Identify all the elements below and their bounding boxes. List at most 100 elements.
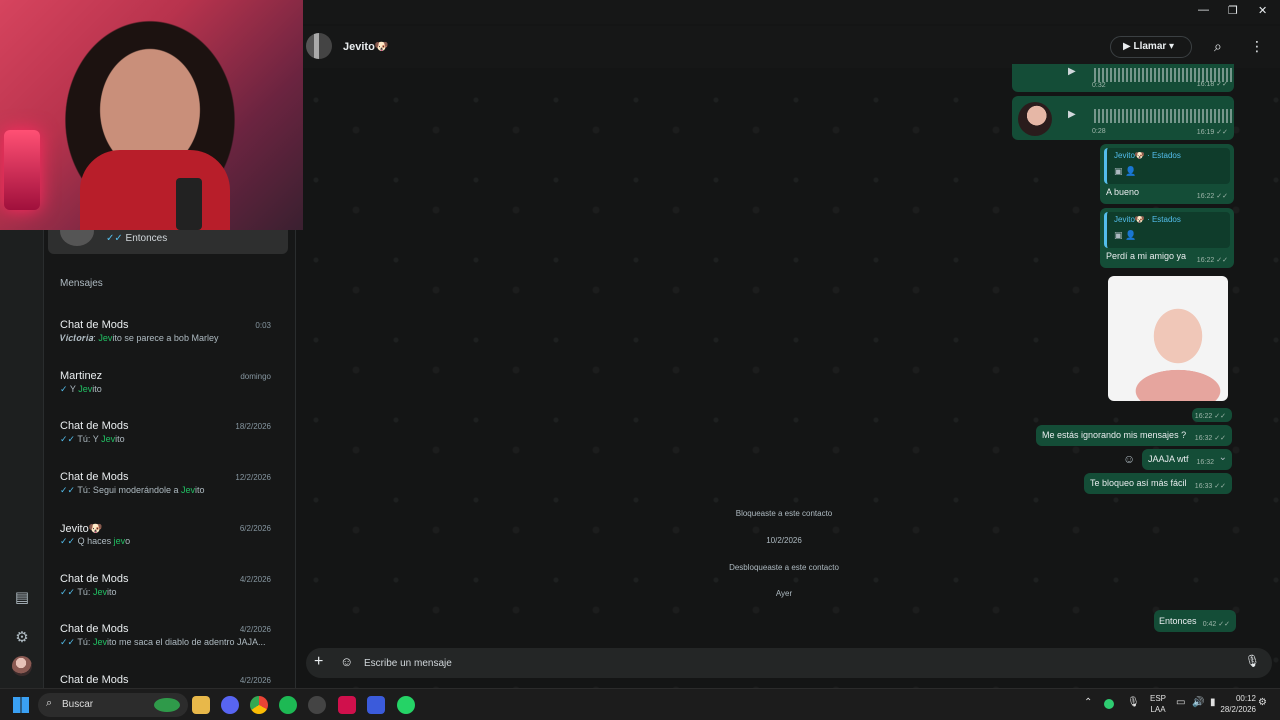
sticker-emoji-icon[interactable]: ☺	[340, 654, 353, 669]
chat-preview: ✓✓ Tú: Jevito me saca el diablo de adent…	[60, 637, 280, 648]
battery-icon[interactable]: ▮	[1210, 697, 1216, 708]
chat-time: 18/2/2026	[235, 422, 271, 432]
chevron-down-icon[interactable]: ⌄	[1219, 452, 1227, 463]
settings-gear-icon[interactable]: ⚙	[12, 628, 32, 648]
call-button[interactable]: ▶ Llamar ▾	[1110, 36, 1192, 58]
preview-prefix: ✓✓ Q haces	[60, 535, 114, 546]
discord-icon[interactable]	[221, 696, 239, 714]
sender-avatar	[1018, 102, 1052, 136]
file-explorer-icon[interactable]	[192, 696, 210, 714]
message-time: 16:22 ✓✓	[1196, 193, 1228, 200]
app-icon[interactable]	[367, 696, 385, 714]
clock-time: 00:12	[1235, 694, 1256, 703]
message-time: 16:33 ✓✓	[1194, 483, 1226, 490]
spotify-icon[interactable]	[279, 696, 297, 714]
sticker-time-badge: 16:22 ✓✓	[1192, 408, 1232, 422]
chat-list-item[interactable]: Chat de Mods 4/2/2026 ✓✓ Tú: Jevito me sac…	[44, 623, 295, 673]
kebab-menu-icon[interactable]: ⋮	[1250, 38, 1264, 55]
whatsapp-icon[interactable]	[397, 696, 415, 714]
emoji-reaction-icon[interactable]: ☺	[1123, 452, 1135, 466]
chat-list-item[interactable]: Jevito🐶 6/2/2026 ✓✓ Q haces jevo	[44, 522, 295, 572]
preview-prefix: 𝑽𝒊𝒄𝒕𝒐𝒓𝒊𝒂:	[60, 333, 99, 343]
person-shirt	[80, 150, 230, 230]
date-separator: 10/2/2026	[766, 536, 802, 545]
quote-author: Jevito🐶 · Estados	[1114, 151, 1181, 160]
chat-list-item[interactable]: Chat de Mods 0:03 𝑽𝒊𝒄𝒕𝒐𝒓𝒊𝒂: Jevito se pare…	[44, 319, 295, 369]
whatsapp-window: ▤ ⚙ ✓✓ Entonces Mensajes Chat de Mods 0:0…	[0, 0, 1280, 688]
voice-message[interactable]: ▶ 0:32 16:18 ✓✓	[1012, 64, 1234, 92]
close-button[interactable]: ✕	[1258, 4, 1267, 17]
taskbar-search[interactable]: ⌕ Buscar	[38, 693, 188, 717]
chat-name: Chat de Mods	[60, 319, 129, 331]
chat-list-item[interactable]: Chat de Mods 12/2/2026 ✓✓ Tú: Segui moderá…	[44, 471, 295, 521]
status-icon[interactable]: ▤	[12, 588, 32, 608]
message-text: Entonces	[1159, 616, 1197, 626]
preview-highlight: Jev	[92, 586, 107, 597]
attach-plus-icon[interactable]: +	[314, 653, 323, 671]
chat-time: 4/2/2026	[239, 574, 271, 584]
message-time: 0:42 ✓✓	[1202, 621, 1230, 628]
notification-icon[interactable]: ⚙	[1258, 697, 1267, 708]
chat-list-item[interactable]: Martinez domingo ✓ Y Jevito	[44, 369, 295, 420]
outgoing-message[interactable]: Me estás ignorando mis mensajes ? 16:32 …	[1036, 425, 1232, 446]
clock-date: 28/2/2026	[1220, 705, 1256, 714]
voice-message[interactable]: ▶ 0:28 16:19 ✓✓	[1012, 96, 1234, 140]
language-indicator[interactable]: ESP LAA	[1150, 693, 1166, 715]
chat-preview: ✓ Y Jevito	[60, 384, 280, 395]
taskbar-clock[interactable]: 00:12 28/2/2026	[1220, 693, 1256, 715]
tray-mic-icon[interactable]: 🎙	[1127, 697, 1140, 708]
date-separator: Ayer	[775, 589, 793, 598]
play-icon[interactable]: ▶	[1068, 66, 1076, 77]
message-text: Perdí a mi amigo ya	[1106, 251, 1187, 261]
preview-highlight: Jev	[92, 637, 107, 648]
message-text: Te bloqueo así más fácil	[1090, 478, 1187, 488]
restore-button[interactable]: ❐	[1228, 4, 1238, 17]
outgoing-message[interactable]: Te bloqueo así más fácil 16:33 ✓✓	[1084, 473, 1232, 494]
preview-rest: ito	[92, 383, 102, 394]
chat-list-item[interactable]: Chat de Mods 4/2/2026 ✓✓ Tú: Jevito	[44, 573, 295, 623]
play-icon[interactable]: ▶	[1068, 109, 1076, 120]
outgoing-message[interactable]: JAAJA wtf 16:32 ⌄	[1142, 449, 1232, 470]
chat-name: Martinez	[60, 369, 103, 382]
contact-avatar[interactable]	[306, 33, 332, 59]
webcam-overlay	[0, 0, 303, 230]
chat-list-item[interactable]: Chat de Mods 18/2/2026 ✓✓ Tú: Y Jevito	[44, 420, 295, 470]
preview-highlight: jev	[113, 535, 126, 546]
preview-rest: ito	[115, 434, 125, 445]
chat-time: 4/2/2026	[239, 675, 271, 685]
reply-message[interactable]: Jevito🐶 · Estados ▣ 👤 Perdí a mi amigo y…	[1100, 208, 1234, 268]
studio-microphone	[176, 178, 202, 230]
contact-name[interactable]: Jevito🐶	[343, 40, 389, 53]
chrome-icon[interactable]	[250, 696, 268, 714]
volume-icon[interactable]: 🔊	[1192, 697, 1204, 708]
quoted-status[interactable]: Jevito🐶 · Estados ▣ 👤	[1104, 148, 1230, 184]
quote-media-icons: ▣ 👤	[1114, 230, 1137, 240]
windows-start-icon[interactable]	[13, 697, 29, 713]
microphone-icon[interactable]: 🎙	[1245, 654, 1260, 668]
quoted-status[interactable]: Jevito🐶 · Estados ▣ 👤	[1104, 212, 1230, 248]
chat-preview: ✓✓ Tú: Y Jevito	[60, 434, 280, 445]
chat-list-item[interactable]: Chat de Mods 4/2/2026	[44, 674, 295, 688]
obs-icon[interactable]	[308, 696, 326, 714]
message-time: 16:32 ✓✓	[1194, 435, 1226, 442]
profile-avatar[interactable]	[12, 656, 32, 676]
message-time: 16:22 ✓✓	[1194, 413, 1226, 420]
chat-name: Chat de Mods	[60, 471, 129, 484]
network-icon[interactable]: ▭	[1176, 697, 1185, 708]
reply-message[interactable]: Jevito🐶 · Estados ▣ 👤 A bueno 16:22 ✓✓	[1100, 144, 1234, 204]
video-icon: ▶	[1123, 41, 1131, 52]
message-input[interactable]	[364, 654, 1224, 672]
tray-status-icon[interactable]	[1104, 699, 1114, 709]
search-icon[interactable]: ⌕	[1214, 38, 1222, 55]
chat-name: Chat de Mods	[60, 420, 129, 433]
preview-highlight: Jev	[78, 383, 93, 394]
sticker-image[interactable]	[1108, 276, 1228, 401]
led-lamp	[4, 130, 40, 210]
tiktok-icon[interactable]	[338, 696, 356, 714]
search-label: Buscar	[62, 699, 94, 710]
preview-rest: ito se parece a bob Marley	[112, 333, 219, 343]
minimize-button[interactable]: —	[1198, 4, 1209, 16]
search-icon: ⌕	[46, 697, 53, 709]
outgoing-message[interactable]: Entonces 0:42 ✓✓	[1154, 610, 1236, 632]
tray-chevron-up-icon[interactable]: ⌃	[1084, 697, 1092, 708]
